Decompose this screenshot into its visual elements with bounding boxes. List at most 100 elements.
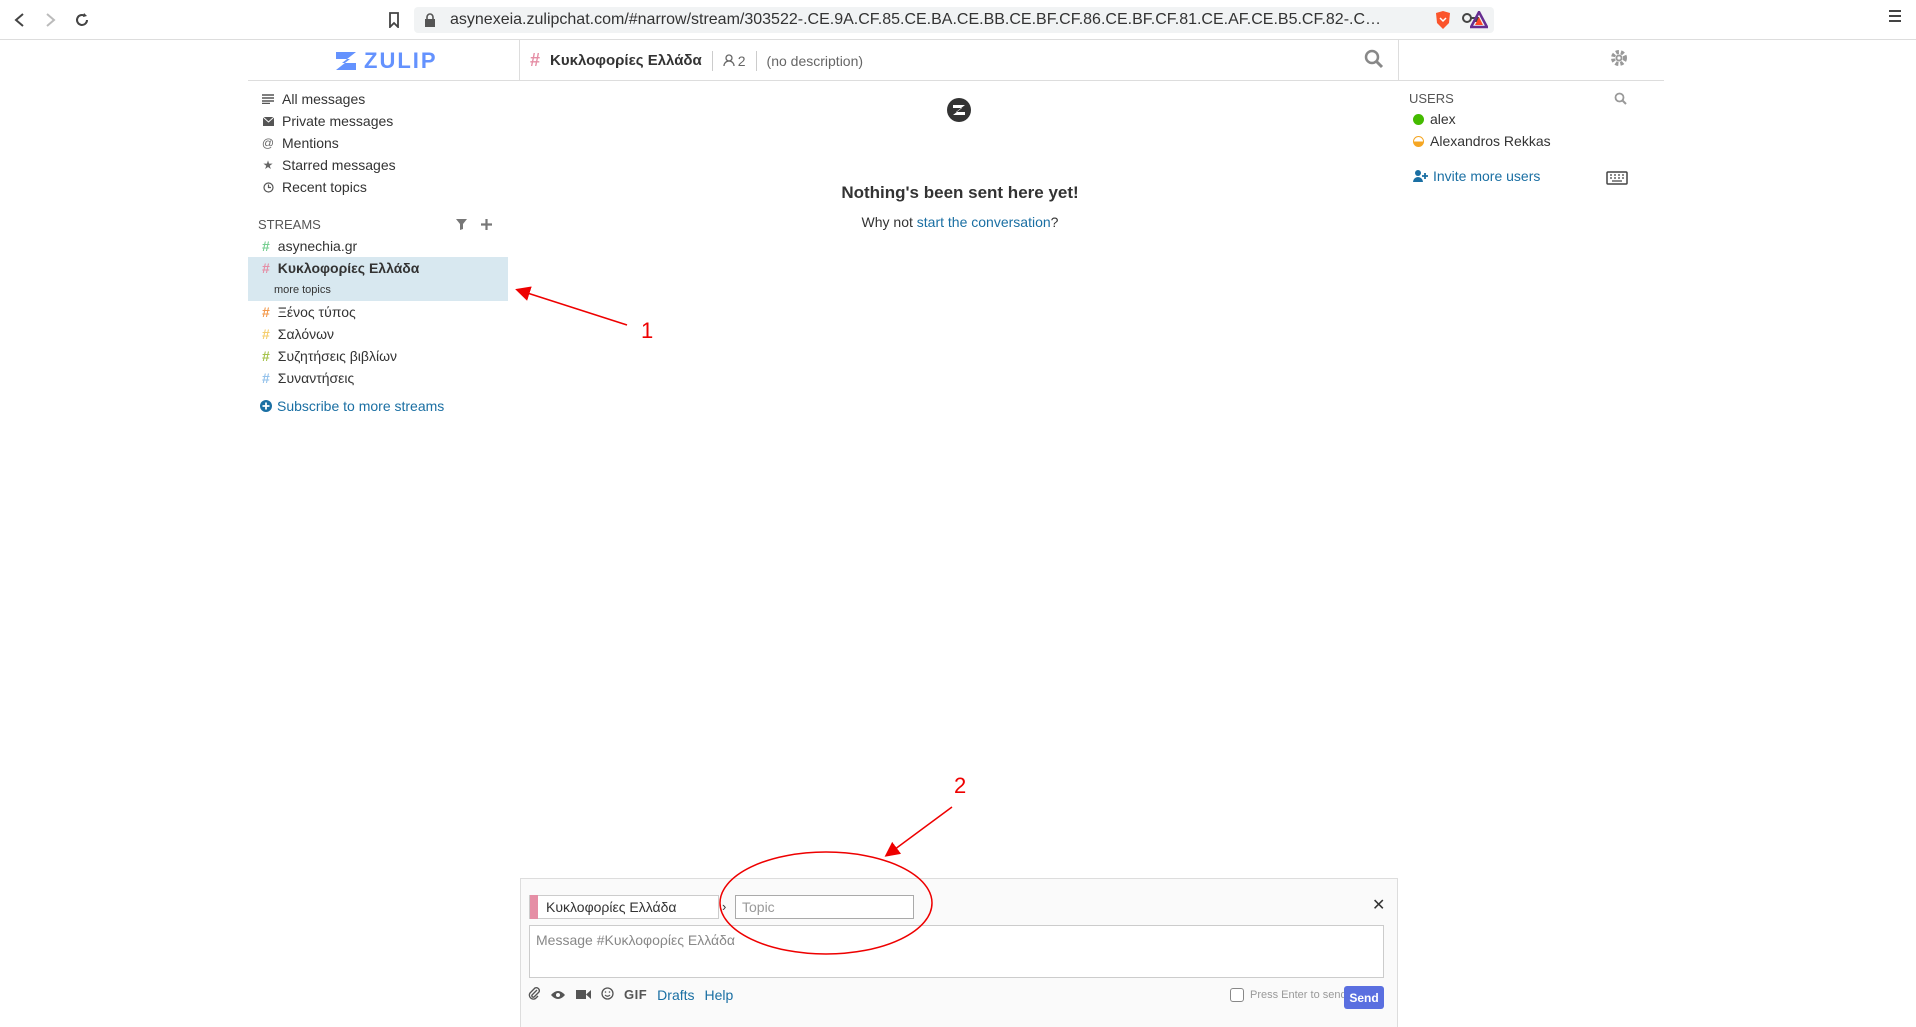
logo-text: ZULIP <box>364 48 438 73</box>
compose-stream-selector[interactable]: Κυκλοφορίες Ελλάδα <box>529 895 719 919</box>
brave-rewards-icon[interactable] <box>1468 9 1490 31</box>
address-bar[interactable]: asynexeia.zulipchat.com/#narrow/stream/3… <box>414 7 1494 33</box>
sidebar-stream-item[interactable]: # Συναντήσεις <box>248 367 508 389</box>
left-sidebar: All messages Private messages @ Mentions… <box>248 88 508 198</box>
nav-label: Mentions <box>282 135 339 151</box>
filter-icon[interactable] <box>456 217 467 235</box>
all-messages-icon <box>260 94 276 104</box>
compose-stream-name: Κυκλοφορίες Ελλάδα <box>546 899 677 915</box>
preview-eye-icon[interactable] <box>550 987 566 1003</box>
video-call-icon[interactable] <box>576 987 591 1003</box>
forward-icon[interactable] <box>38 8 62 32</box>
stream-label: Κυκλοφορίες Ελλάδα <box>277 260 420 276</box>
gear-icon[interactable] <box>1610 49 1628 72</box>
close-icon[interactable]: ✕ <box>1372 895 1385 915</box>
stream-description: (no description) <box>766 52 864 69</box>
message-textarea[interactable] <box>529 925 1384 978</box>
compose-toolbar: GIF Drafts Help <box>528 986 733 1003</box>
nav-all-messages[interactable]: All messages <box>248 88 508 110</box>
presence-active-icon <box>1413 113 1424 125</box>
header-divider <box>1398 40 1399 81</box>
browser-menu-icon[interactable] <box>1888 8 1902 29</box>
stream-title[interactable]: Κυκλοφορίες Ελλάδα <box>550 52 702 69</box>
plus-icon[interactable] <box>481 217 492 235</box>
enter-to-send-checkbox[interactable] <box>1230 988 1244 1002</box>
brave-shield-icon[interactable] <box>1432 9 1454 31</box>
drafts-link[interactable]: Drafts <box>657 987 694 1003</box>
nav-label: Recent topics <box>282 179 367 195</box>
gif-button[interactable]: GIF <box>624 987 647 1002</box>
annotation-arrow-2 <box>884 806 953 857</box>
keyboard-icon[interactable] <box>1606 171 1628 190</box>
sidebar-stream-item-active[interactable]: # Κυκλοφορίες Ελλάδα <box>248 257 508 279</box>
back-icon[interactable] <box>8 8 32 32</box>
streams-header[interactable]: STREAMS <box>258 217 321 232</box>
subscribe-more-label: Subscribe to more streams <box>277 398 445 414</box>
stream-label: Συζητήσεις βιβλίων <box>277 348 398 364</box>
nav-mentions[interactable]: @ Mentions <box>248 132 508 154</box>
stream-title-bar: # Κυκλοφορίες Ελλάδα 2 (no description) <box>530 50 863 71</box>
stream-label: asynechia.gr <box>277 238 358 254</box>
nav-label: Starred messages <box>282 157 396 173</box>
invite-more-users-link[interactable]: Invite more users <box>1413 168 1540 184</box>
stream-label: Συναντήσεις <box>277 370 355 386</box>
star-icon: ★ <box>262 158 274 172</box>
stream-hash-icon: # <box>530 50 541 70</box>
stream-hash-icon: # <box>262 304 270 320</box>
user-list-item[interactable]: Alexandros Rekkas <box>1413 133 1551 149</box>
subscriber-count[interactable]: 2 <box>723 53 746 69</box>
empty-suffix: ? <box>1050 214 1059 230</box>
lock-icon <box>424 13 438 27</box>
stream-hash-icon: # <box>262 238 270 254</box>
search-icon[interactable] <box>1364 49 1384 74</box>
annotation-label-2: 2 <box>954 773 967 798</box>
nav-label: Private messages <box>282 113 394 129</box>
enter-to-send-label: Press Enter to send <box>1250 989 1347 1001</box>
bookmark-icon[interactable] <box>382 8 406 32</box>
send-button[interactable]: Send <box>1344 986 1384 1009</box>
presence-idle-icon <box>1413 135 1424 147</box>
attach-file-icon[interactable] <box>528 986 540 1003</box>
invite-label: Invite more users <box>1433 168 1541 184</box>
stream-hash-icon: # <box>262 370 270 386</box>
browser-toolbar: asynexeia.zulipchat.com/#narrow/stream/3… <box>0 0 1916 40</box>
divider <box>755 50 757 71</box>
zulip-logo[interactable]: ZULIP <box>334 48 438 74</box>
user-list-item[interactable]: alex <box>1413 111 1456 127</box>
emoji-icon[interactable] <box>601 986 614 1003</box>
stream-label: Ξένος τύπος <box>277 304 356 320</box>
at-icon: @ <box>261 136 275 150</box>
streams-tools <box>456 217 492 235</box>
sidebar-stream-item[interactable]: # asynechia.gr <box>248 235 508 257</box>
sidebar-stream-item[interactable]: # Ξένος τύπος <box>248 301 508 323</box>
nav-label: All messages <box>282 91 366 107</box>
divider <box>711 50 713 71</box>
nav-private-messages[interactable]: Private messages <box>248 110 508 132</box>
annotation-arrow-1 <box>515 286 628 326</box>
nav-recent-topics[interactable]: Recent topics <box>248 176 508 198</box>
envelope-icon <box>260 116 276 126</box>
users-header: USERS <box>1409 91 1454 106</box>
sidebar-stream-item[interactable]: # Σαλόνων <box>248 323 508 345</box>
topic-input[interactable] <box>735 895 914 919</box>
nav-starred-messages[interactable]: ★ Starred messages <box>248 154 508 176</box>
user-plus-icon <box>1413 170 1428 182</box>
plus-circle-icon <box>260 400 272 412</box>
start-conversation-link[interactable]: start the conversation <box>917 214 1051 230</box>
stream-hash-icon: # <box>262 326 270 342</box>
sidebar-stream-item[interactable]: # Συζητήσεις βιβλίων <box>248 345 508 367</box>
stream-label: Σαλόνων <box>277 326 335 342</box>
more-topics-link[interactable]: more topics <box>248 279 508 301</box>
clock-icon <box>260 181 276 193</box>
chevron-right-icon: › <box>722 899 727 914</box>
annotation-label-1: 1 <box>641 318 654 343</box>
subscribe-more-streams-link[interactable]: Subscribe to more streams <box>260 398 444 414</box>
empty-feed-title: Nothing's been sent here yet! <box>841 183 1079 202</box>
url-text: asynexeia.zulipchat.com/#narrow/stream/3… <box>450 11 1390 28</box>
enter-to-send-toggle[interactable]: Press Enter to send <box>1230 988 1347 1002</box>
user-name: Alexandros Rekkas <box>1430 133 1551 149</box>
help-link[interactable]: Help <box>705 987 734 1003</box>
user-search-icon[interactable] <box>1614 92 1627 110</box>
reload-icon[interactable] <box>70 8 94 32</box>
zulip-empty-logo-icon <box>947 98 971 127</box>
